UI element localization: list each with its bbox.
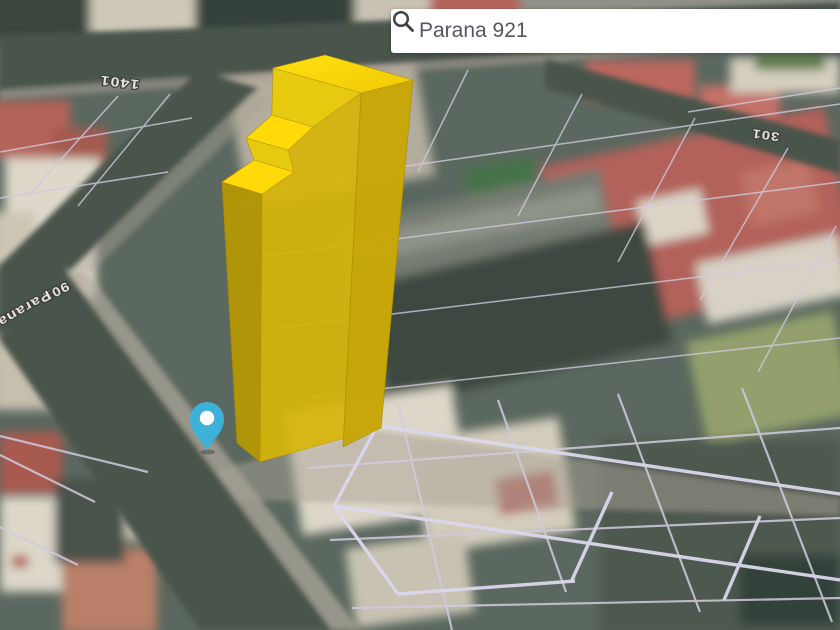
pin-shadow <box>201 450 215 455</box>
search-query-text: Parana 921 <box>419 19 528 43</box>
map-view[interactable]: 1401 901 Parana 301 <box>0 0 840 630</box>
search-box[interactable]: Parana 921 <box>391 9 840 53</box>
satellite-scene: 1401 901 Parana 301 <box>0 0 840 630</box>
pin-center-dot <box>200 411 214 425</box>
